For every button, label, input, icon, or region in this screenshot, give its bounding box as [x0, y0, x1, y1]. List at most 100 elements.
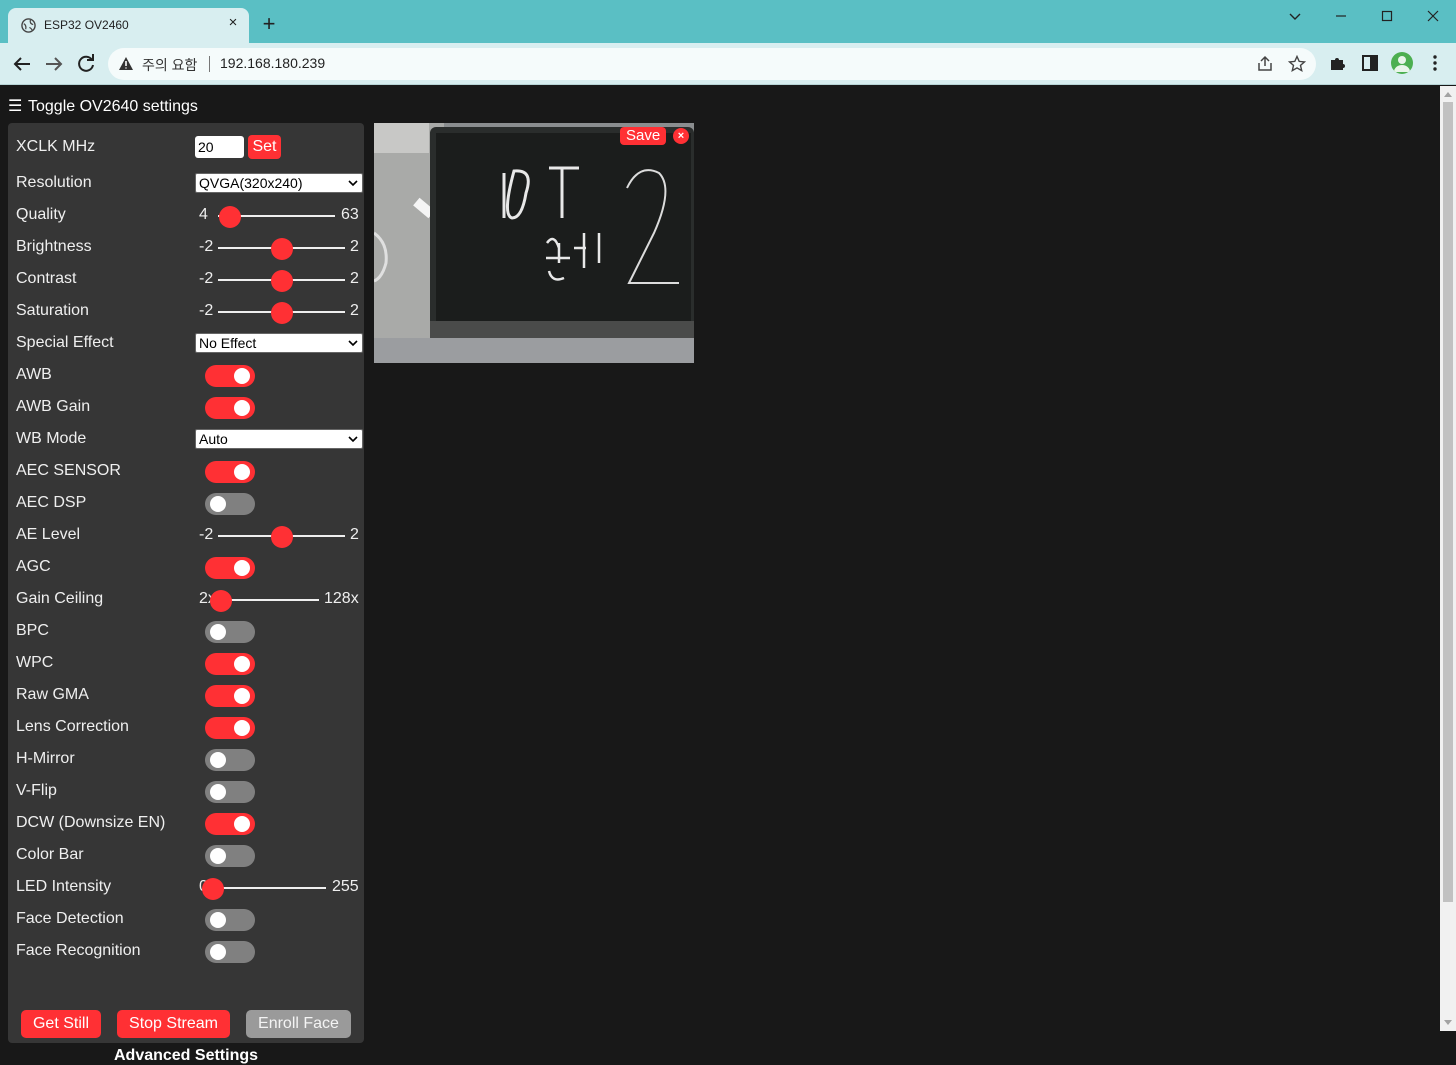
- face-detection-toggle[interactable]: [205, 909, 255, 931]
- awb-gain-toggle[interactable]: [205, 397, 255, 419]
- chevron-down-icon: [1289, 13, 1301, 20]
- aec-sensor-label: AEC SENSOR: [16, 462, 121, 479]
- wpc-row: WPC: [16, 650, 356, 676]
- raw-gma-toggle[interactable]: [205, 685, 255, 707]
- saturation-slider[interactable]: -2 2: [191, 301, 361, 324]
- url-text[interactable]: 192.168.180.239: [220, 55, 325, 71]
- ae-level-slider[interactable]: -2 2: [191, 525, 361, 548]
- resolution-select[interactable]: QVGA(320x240): [195, 173, 363, 193]
- gain-ceiling-knob[interactable]: [210, 590, 232, 612]
- toggle-knob: [210, 912, 226, 928]
- toggle-settings-button[interactable]: ☰ Toggle OV2640 settings: [8, 96, 198, 116]
- led-intensity-slider[interactable]: 0 255: [191, 877, 361, 900]
- face-detection-row: Face Detection: [16, 906, 356, 932]
- awb-label: AWB: [16, 366, 52, 383]
- share-icon[interactable]: [1256, 55, 1274, 73]
- close-window-button[interactable]: [1410, 0, 1456, 32]
- new-tab-button[interactable]: +: [258, 13, 280, 35]
- saturation-knob[interactable]: [270, 302, 293, 324]
- brightness-slider[interactable]: -2 2: [191, 237, 361, 260]
- h-mirror-toggle[interactable]: [205, 749, 255, 771]
- brightness-min: -2: [199, 238, 214, 255]
- tab-search-button[interactable]: [1272, 0, 1318, 32]
- profile-avatar[interactable]: [1391, 52, 1413, 74]
- agc-label: AGC: [16, 558, 51, 575]
- aec-sensor-toggle[interactable]: [205, 461, 255, 483]
- extensions-puzzle-icon[interactable]: [1329, 54, 1347, 72]
- bpc-label: BPC: [16, 622, 49, 639]
- address-bar[interactable]: 주의 요함 192.168.180.239: [108, 48, 1316, 80]
- close-stream-icon[interactable]: ×: [673, 128, 689, 144]
- color-bar-row: Color Bar: [16, 842, 356, 868]
- v-flip-label: V-Flip: [16, 782, 57, 799]
- toggle-knob: [234, 688, 250, 704]
- forward-button[interactable]: [42, 52, 66, 76]
- scroll-up-arrow-icon[interactable]: [1444, 92, 1452, 97]
- toggle-knob: [210, 784, 226, 800]
- menu-icon: ☰: [8, 98, 23, 115]
- security-warning-text[interactable]: 주의 요함: [142, 55, 197, 75]
- led-intensity-track: [213, 887, 326, 889]
- toggle-knob: [234, 720, 250, 736]
- brightness-knob[interactable]: [270, 238, 293, 260]
- contrast-slider[interactable]: -2 2: [191, 269, 361, 292]
- enroll-face-button[interactable]: Enroll Face: [246, 1010, 351, 1038]
- page-scrollbar[interactable]: [1440, 86, 1456, 1031]
- toggle-settings-label: Toggle OV2640 settings: [28, 98, 198, 115]
- special-effect-label: Special Effect: [16, 334, 114, 351]
- tab-close-icon[interactable]: ×: [223, 13, 243, 33]
- awb-toggle[interactable]: [205, 365, 255, 387]
- wpc-toggle[interactable]: [205, 653, 255, 675]
- person-icon: [1394, 56, 1410, 72]
- advanced-settings-heading[interactable]: Advanced Settings: [8, 1047, 364, 1065]
- scrollbar-thumb[interactable]: [1443, 102, 1453, 902]
- saturation-row: Saturation -2 2: [16, 298, 359, 324]
- ae-level-label: AE Level: [16, 526, 81, 543]
- aec-sensor-row: AEC SENSOR: [16, 458, 356, 484]
- aec-dsp-toggle[interactable]: [205, 493, 255, 515]
- bpc-toggle[interactable]: [205, 621, 255, 643]
- quality-knob[interactable]: [218, 206, 241, 228]
- toggle-knob: [234, 368, 250, 384]
- maximize-button[interactable]: [1364, 0, 1410, 32]
- wb-mode-select[interactable]: Auto: [195, 429, 363, 449]
- xclk-set-button[interactable]: Set: [248, 135, 281, 159]
- browser-tab[interactable]: ESP32 OV2460 ×: [8, 8, 249, 43]
- gain-ceiling-slider[interactable]: 2x 128x: [191, 589, 361, 612]
- scroll-down-arrow-icon[interactable]: [1444, 1020, 1452, 1025]
- lens-correction-toggle[interactable]: [205, 717, 255, 739]
- chevron-down-icon: [348, 180, 358, 187]
- warning-icon[interactable]: [118, 56, 134, 72]
- contrast-knob[interactable]: [270, 270, 293, 292]
- chevron-down-icon: [348, 340, 358, 347]
- ae-level-min: -2: [199, 526, 214, 543]
- toggle-knob: [210, 496, 226, 512]
- save-image-button[interactable]: Save: [620, 127, 667, 145]
- toggle-knob: [210, 848, 226, 864]
- color-bar-toggle[interactable]: [205, 845, 255, 867]
- bookmark-star-icon[interactable]: [1288, 55, 1306, 73]
- ae-level-knob[interactable]: [270, 526, 293, 548]
- xclk-input[interactable]: 20: [195, 136, 244, 158]
- quality-slider[interactable]: 4 63: [191, 205, 361, 228]
- led-intensity-knob[interactable]: [202, 878, 224, 900]
- side-panel-icon[interactable]: [1361, 54, 1379, 72]
- back-button[interactable]: [10, 52, 34, 76]
- special-effect-value: No Effect: [199, 335, 257, 351]
- minimize-button[interactable]: [1318, 0, 1364, 32]
- resolution-label: Resolution: [16, 174, 92, 191]
- stop-stream-button[interactable]: Stop Stream: [117, 1010, 230, 1038]
- get-still-button[interactable]: Get Still: [21, 1010, 101, 1038]
- special-effect-select[interactable]: No Effect: [195, 333, 363, 353]
- v-flip-toggle[interactable]: [205, 781, 255, 803]
- agc-row: AGC: [16, 554, 356, 580]
- more-vertical-icon[interactable]: [1426, 54, 1444, 72]
- face-recognition-toggle[interactable]: [205, 941, 255, 963]
- dcw-toggle[interactable]: [205, 813, 255, 835]
- agc-toggle[interactable]: [205, 557, 255, 579]
- toggle-knob: [234, 400, 250, 416]
- contrast-min: -2: [199, 270, 214, 287]
- settings-panel: XCLK MHz 20 Set Resolution QVGA(320x240)…: [8, 123, 364, 1064]
- gain-ceiling-label: Gain Ceiling: [16, 590, 104, 607]
- reload-button[interactable]: [74, 52, 98, 76]
